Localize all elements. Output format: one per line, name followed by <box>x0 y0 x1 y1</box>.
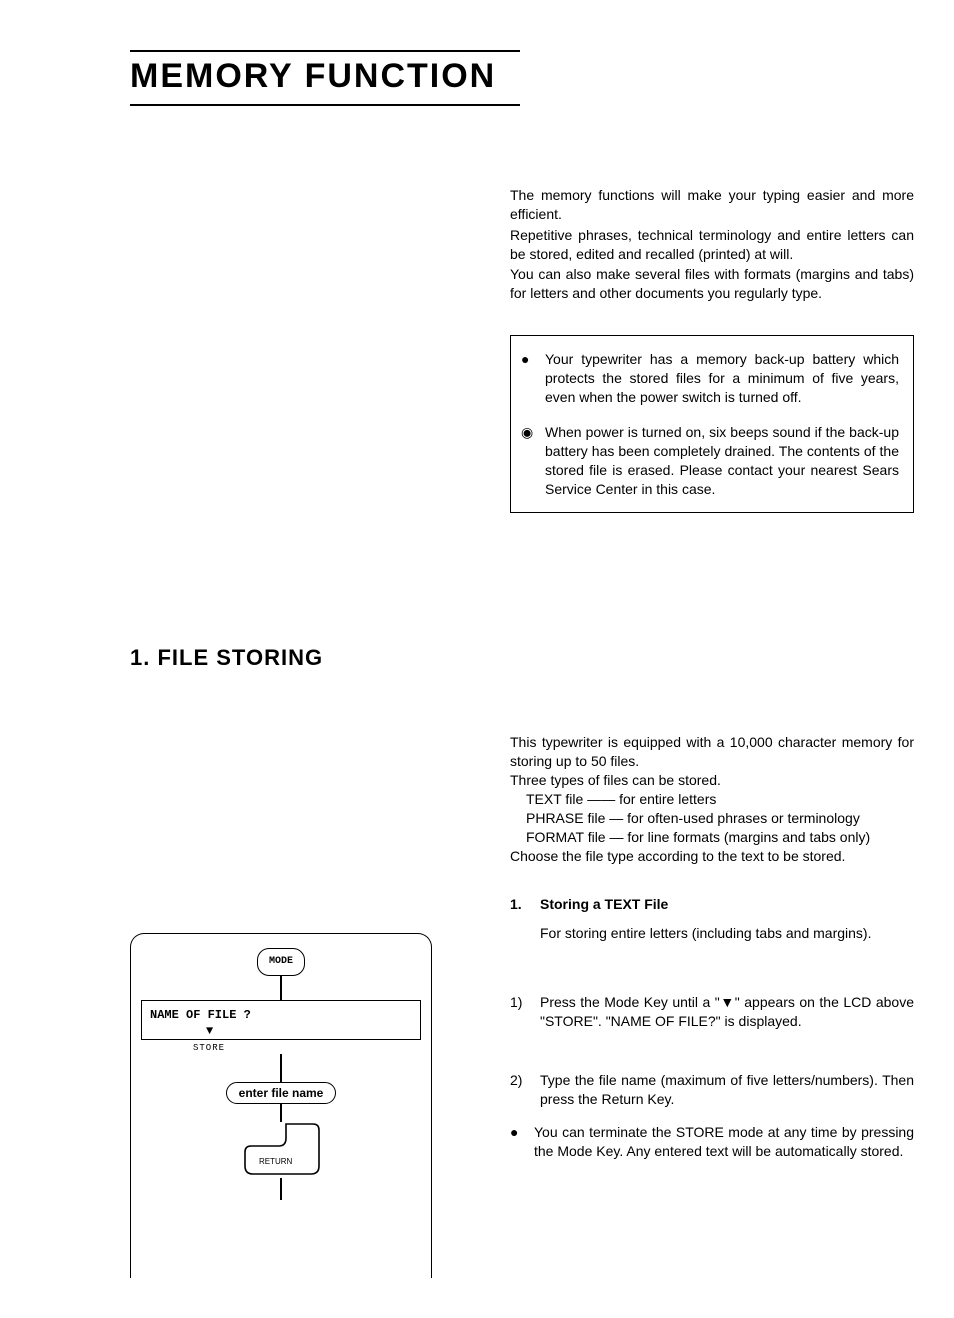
note-box: ● Your typewriter has a memory back-up b… <box>510 335 914 513</box>
file-type-text: TEXT file —— for entire letters <box>526 790 914 809</box>
mode-key-icon: MODE <box>257 948 305 976</box>
subsection-desc: For storing entire letters (including ta… <box>540 924 914 943</box>
intro-p1: The memory functions will make your typi… <box>510 186 914 224</box>
section1-intro-3: Choose the file type according to the te… <box>510 847 914 866</box>
page-title: MEMORY FUNCTION <box>130 50 520 106</box>
step-1-number: 1) <box>510 993 540 1031</box>
intro-block: The memory functions will make your typi… <box>510 186 914 303</box>
intro-p2: Repetitive phrases, technical terminolog… <box>510 226 914 264</box>
section-1-heading: 1. FILE STORING <box>130 643 914 673</box>
step-1-text: Press the Mode Key until a "▼" appears o… <box>540 993 914 1031</box>
store-label: STORE <box>141 1042 421 1054</box>
file-type-phrase: PHRASE file — for often-used phrases or … <box>526 809 914 828</box>
down-arrow-icon: ▼ <box>206 1025 412 1037</box>
subsection-heading: 1.Storing a TEXT File <box>510 895 914 914</box>
section1-intro-2: Three types of files can be stored. <box>510 771 914 790</box>
note-2: When power is turned on, six beeps sound… <box>545 423 899 499</box>
lcd-display: NAME OF FILE ? ▼ <box>141 1000 421 1040</box>
section1-intro-1: This typewriter is equipped with a 10,00… <box>510 733 914 771</box>
file-type-list: TEXT file —— for entire letters PHRASE f… <box>510 790 914 847</box>
bullet-solid-icon: ● <box>510 1123 534 1161</box>
file-type-format: FORMAT file — for line formats (margins … <box>526 828 914 847</box>
return-key-icon: RETURN <box>241 1122 321 1178</box>
bullet-solid-icon: ● <box>521 350 545 407</box>
bullet-target-icon: ◉ <box>521 423 545 499</box>
step-2-text: Type the file name (maximum of five lett… <box>540 1071 914 1109</box>
enter-file-name-label: enter file name <box>226 1082 337 1104</box>
step-2-number: 2) <box>510 1071 540 1109</box>
note-1: Your typewriter has a memory back-up bat… <box>545 350 899 407</box>
procedure-diagram: MODE NAME OF FILE ? ▼ STORE enter file n… <box>130 933 432 1278</box>
store-terminate-note: You can terminate the STORE mode at any … <box>534 1123 914 1161</box>
intro-p3: You can also make several files with for… <box>510 265 914 303</box>
